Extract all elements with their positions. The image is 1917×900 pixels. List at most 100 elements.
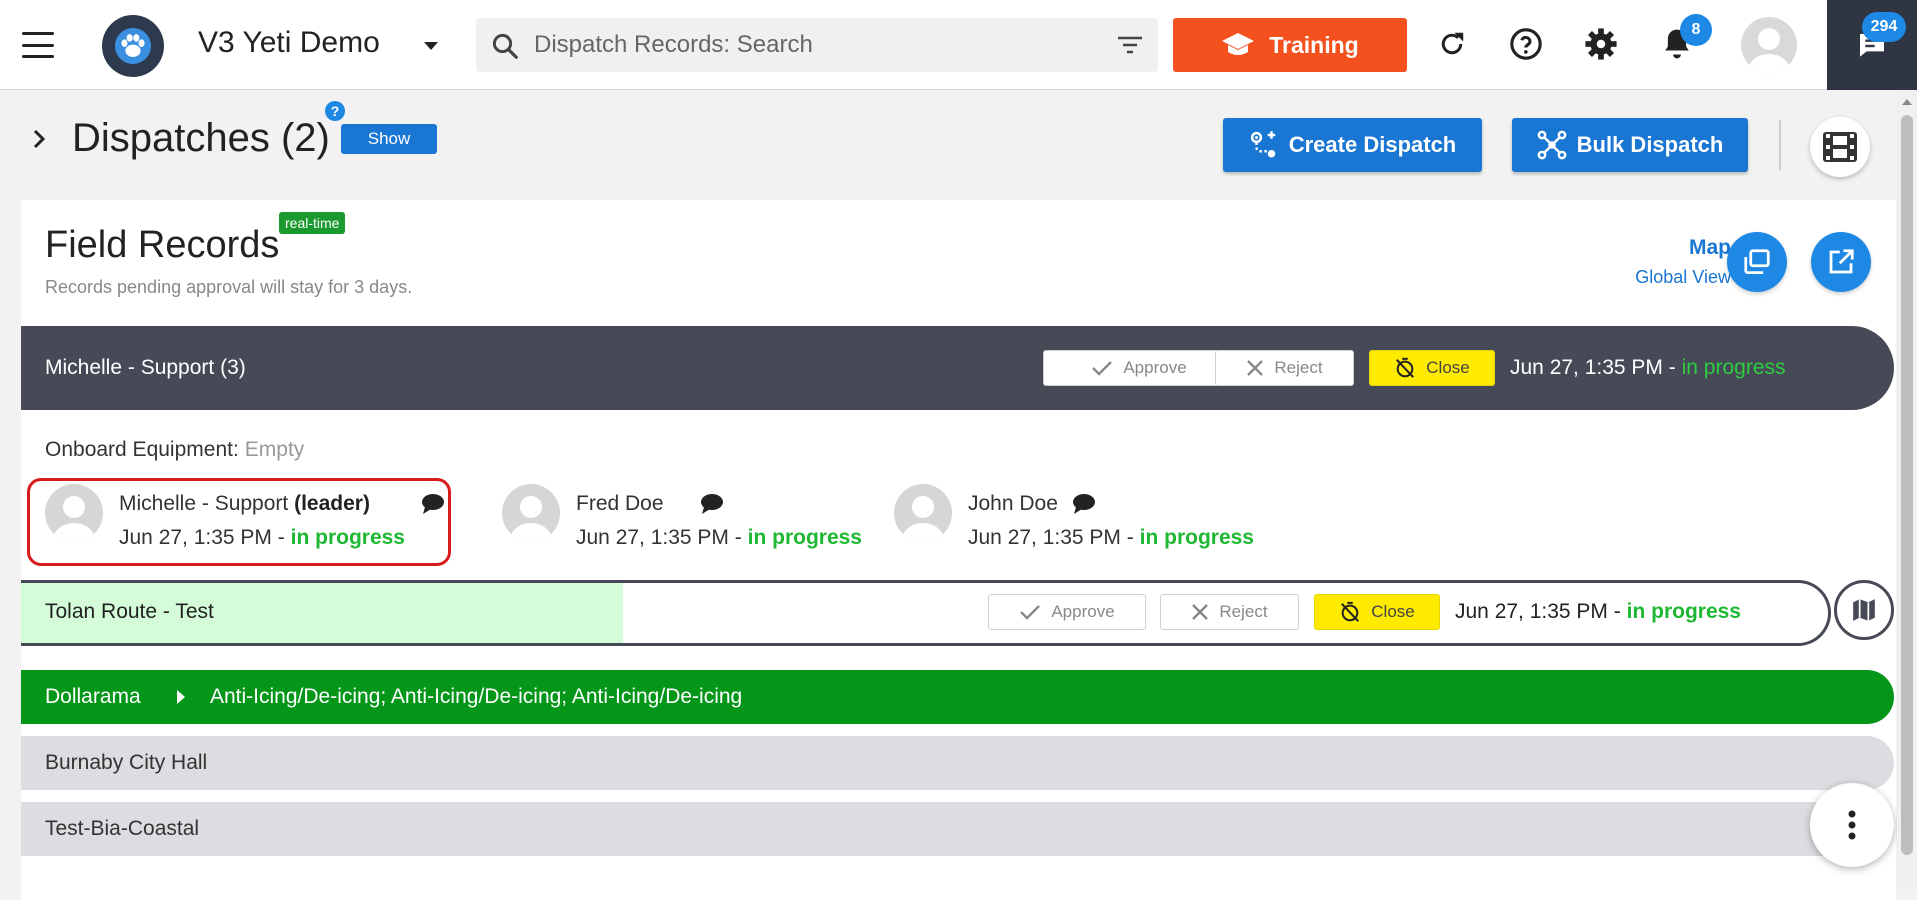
person-icon bbox=[510, 496, 552, 542]
scrollbar-thumb[interactable] bbox=[1901, 115, 1913, 855]
location-services: Anti-Icing/De-icing; Anti-Icing/De-icing… bbox=[210, 685, 743, 708]
close-label: Close bbox=[1371, 602, 1415, 621]
comment-icon[interactable] bbox=[1072, 493, 1096, 515]
filter-icon[interactable] bbox=[1116, 33, 1144, 57]
member-status: Jun 27, 1:35 PM - in progress bbox=[576, 526, 862, 549]
approve-button[interactable]: Approve bbox=[1043, 350, 1235, 386]
timer-off-icon bbox=[1341, 601, 1360, 622]
close-button[interactable]: Close bbox=[1369, 350, 1495, 386]
person-icon bbox=[902, 496, 944, 542]
avatar bbox=[894, 484, 952, 542]
member-name: Fred Doe bbox=[576, 492, 664, 515]
layers-button[interactable] bbox=[1727, 232, 1787, 292]
multi-route-icon bbox=[1537, 130, 1567, 160]
chevron-right-icon[interactable] bbox=[30, 128, 48, 150]
check-icon bbox=[1020, 605, 1041, 620]
route-icon bbox=[1250, 131, 1275, 158]
member-status: Jun 27, 1:35 PM - in progress bbox=[968, 526, 1254, 549]
reject-button[interactable]: Reject bbox=[1215, 350, 1354, 386]
route-map-button[interactable] bbox=[1834, 580, 1894, 640]
paw-icon bbox=[114, 27, 152, 65]
create-dispatch-button[interactable]: Create Dispatch bbox=[1223, 118, 1482, 172]
film-icon bbox=[1823, 132, 1857, 162]
selected-member-highlight bbox=[27, 478, 451, 566]
person-icon bbox=[1748, 28, 1790, 73]
show-button[interactable]: Show bbox=[341, 124, 437, 154]
avatar bbox=[502, 484, 560, 542]
header-divider bbox=[1779, 120, 1781, 170]
route-status-text: in progress bbox=[1626, 600, 1741, 623]
location-name: Dollarama bbox=[45, 685, 141, 708]
open-external-button[interactable] bbox=[1811, 232, 1871, 292]
location-name: Test-Bia-Coastal bbox=[45, 817, 200, 840]
onboard-equipment-value: Empty bbox=[244, 438, 305, 461]
search-icon bbox=[492, 33, 518, 59]
route-close-button[interactable]: Close bbox=[1314, 594, 1440, 630]
realtime-badge: real-time bbox=[279, 212, 346, 234]
caret-right-icon[interactable] bbox=[177, 690, 185, 704]
page-scrollbar[interactable] bbox=[1897, 91, 1917, 889]
member-card[interactable]: Fred Doe Jun 27, 1:35 PM - in progress bbox=[502, 476, 862, 560]
global-view-link[interactable]: Global View bbox=[1635, 267, 1731, 288]
chat-badge: 294 bbox=[1862, 12, 1906, 42]
scroll-up-icon[interactable] bbox=[1902, 99, 1912, 105]
field-records-subtitle: Records pending approval will stay for 3… bbox=[45, 277, 413, 297]
approve-label: Approve bbox=[1051, 602, 1115, 621]
route-approve-button[interactable]: Approve bbox=[988, 594, 1146, 630]
graduation-cap-icon bbox=[1222, 33, 1255, 55]
notification-badge: 8 bbox=[1680, 14, 1712, 46]
windows-icon bbox=[1744, 249, 1770, 274]
close-label: Close bbox=[1426, 358, 1470, 377]
field-records-title: Field Records bbox=[45, 224, 280, 266]
route-row[interactable]: Tolan Route - Test Approve Reject Close … bbox=[21, 580, 1831, 646]
training-label: Training bbox=[1269, 31, 1359, 58]
help-badge[interactable]: ? bbox=[325, 101, 345, 121]
user-avatar[interactable] bbox=[1741, 17, 1797, 73]
location-row[interactable]: Dollarama Anti-Icing/De-icing; Anti-Icin… bbox=[21, 670, 1894, 724]
close-x-icon bbox=[1247, 360, 1264, 376]
group-name: Michelle - Support (3) bbox=[45, 356, 246, 379]
chat-button[interactable]: 294 bbox=[1827, 0, 1917, 90]
route-time: Jun 27, 1:35 PM bbox=[1455, 600, 1608, 623]
map-link[interactable]: Map bbox=[1689, 236, 1731, 260]
comment-icon[interactable] bbox=[700, 493, 724, 515]
bulk-dispatch-button[interactable]: Bulk Dispatch bbox=[1512, 118, 1748, 172]
location-name: Burnaby City Hall bbox=[45, 751, 208, 774]
onboard-equipment: Onboard Equipment: Empty bbox=[45, 438, 305, 461]
org-logo[interactable] bbox=[102, 15, 164, 77]
location-row[interactable]: Test-Bia-Coastal bbox=[21, 802, 1894, 856]
group-status-text: in progress bbox=[1681, 356, 1786, 379]
member-name: John Doe bbox=[968, 492, 1058, 515]
more-options-button[interactable] bbox=[1810, 783, 1894, 867]
training-button[interactable]: Training bbox=[1173, 18, 1407, 72]
chevron-down-icon[interactable] bbox=[424, 42, 438, 50]
gear-icon[interactable] bbox=[1581, 24, 1621, 64]
route-reject-button[interactable]: Reject bbox=[1160, 594, 1299, 630]
help-icon[interactable] bbox=[1506, 24, 1546, 64]
reject-label: Reject bbox=[1274, 358, 1323, 377]
close-x-icon bbox=[1192, 604, 1209, 620]
create-dispatch-label: Create Dispatch bbox=[1288, 132, 1457, 157]
reject-label: Reject bbox=[1219, 602, 1268, 621]
group-status: Jun 27, 1:35 PM - in progress bbox=[1510, 356, 1786, 379]
group-time: Jun 27, 1:35 PM bbox=[1510, 356, 1663, 379]
search-input[interactable] bbox=[534, 28, 1074, 62]
more-vertical-icon bbox=[1848, 810, 1856, 840]
field-records-card: Field Records real-time Records pending … bbox=[21, 200, 1896, 900]
refresh-icon[interactable] bbox=[1432, 24, 1472, 64]
location-row[interactable]: Burnaby City Hall bbox=[21, 736, 1894, 790]
external-link-icon bbox=[1829, 249, 1854, 274]
timer-off-icon bbox=[1396, 357, 1415, 378]
video-tutorial-button[interactable] bbox=[1810, 117, 1870, 177]
bulk-dispatch-label: Bulk Dispatch bbox=[1576, 132, 1724, 157]
dispatch-group-header[interactable]: Michelle - Support (3) Approve Reject Cl… bbox=[21, 326, 1894, 410]
search-bar bbox=[476, 18, 1158, 72]
member-card[interactable]: John Doe Jun 27, 1:35 PM - in progress bbox=[894, 476, 1294, 560]
route-status: Jun 27, 1:35 PM - in progress bbox=[1455, 600, 1741, 623]
menu-icon[interactable] bbox=[22, 32, 54, 58]
route-name: Tolan Route - Test bbox=[45, 600, 214, 623]
approve-label: Approve bbox=[1123, 358, 1187, 377]
org-name[interactable]: V3 Yeti Demo bbox=[198, 26, 380, 60]
map-icon bbox=[1853, 599, 1875, 621]
check-icon bbox=[1092, 361, 1113, 376]
